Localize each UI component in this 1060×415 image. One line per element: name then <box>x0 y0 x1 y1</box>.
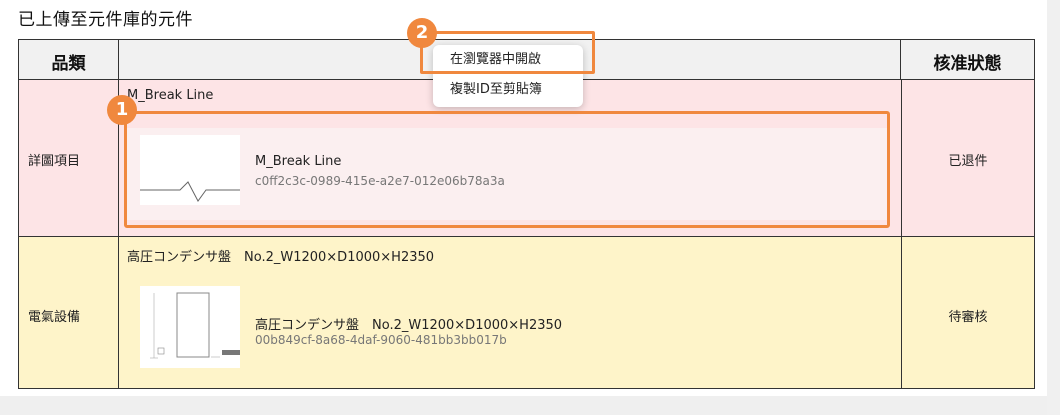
category-text: 電氣設備 <box>28 310 81 325</box>
category-cell: 詳圖項目 <box>19 80 119 236</box>
card-component-name: 高圧コンデンサ盤 No.2_W1200×D1000×H2350 <box>255 318 563 333</box>
step-badge-1: 1 <box>107 95 137 125</box>
menu-item-copy-id[interactable]: 複製ID至剪貼簿 <box>433 76 583 104</box>
header-category: 品類 <box>51 54 86 74</box>
card-component-id: 00b849cf-8a68-4daf-9060-481bb3bb017b <box>255 333 507 347</box>
category-cell: 電氣設備 <box>19 237 119 388</box>
component-name: M_Break Line <box>127 88 214 103</box>
header-status-cell: 核准狀態 <box>901 40 1034 80</box>
section-title: 已上傳至元件庫的元件 <box>18 10 193 30</box>
status-cell: 待審核 <box>901 237 1034 388</box>
status-cell: 已退件 <box>901 80 1034 236</box>
step-badge-2: 2 <box>407 18 437 48</box>
header-status: 核准狀態 <box>933 54 1002 74</box>
vertical-scrollbar[interactable] <box>1047 0 1060 415</box>
status-text: 已退件 <box>948 154 988 169</box>
highlight-box-card <box>124 111 890 228</box>
status-text: 待審核 <box>948 310 988 325</box>
component-thumbnail <box>140 286 240 368</box>
table-row: 電氣設備 高圧コンデンサ盤 No.2_W1200×D1000×H2350 高圧コ… <box>19 237 1034 388</box>
panel-drawing-preview <box>150 292 240 359</box>
header-category-cell: 品類 <box>19 40 119 80</box>
bottom-strip <box>0 396 1047 415</box>
highlight-box-menu-item <box>420 31 595 74</box>
component-name: 高圧コンデンサ盤 No.2_W1200×D1000×H2350 <box>127 250 435 265</box>
component-card[interactable]: 高圧コンデンサ盤 No.2_W1200×D1000×H2350 00b849cf… <box>127 285 889 377</box>
category-text: 詳圖項目 <box>28 154 81 169</box>
